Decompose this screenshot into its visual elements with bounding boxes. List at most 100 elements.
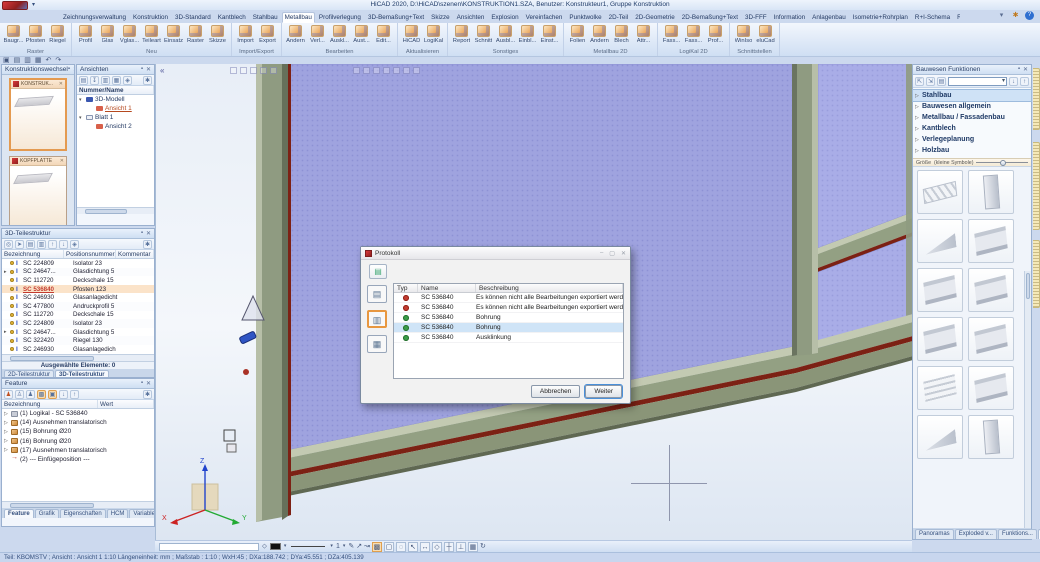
search-icon[interactable]: ◎ — [4, 240, 13, 249]
catalog-item-thumbnail[interactable] — [968, 366, 1014, 410]
close-icon[interactable]: ✕ — [60, 158, 64, 164]
part-row[interactable]: I SC 246930 Glasanlagedicht — [2, 293, 154, 302]
close-icon[interactable]: ✕ — [621, 250, 626, 257]
view-tree-item[interactable]: Ansicht 2 — [77, 122, 154, 131]
catalog-tab[interactable]: Panoramas — [915, 529, 954, 539]
ribbon-button[interactable]: Vglas... — [119, 24, 140, 48]
catalog-item-thumbnail[interactable] — [968, 415, 1014, 459]
function-category[interactable]: ▷ Metallbau / Fassadenbau — [913, 112, 1031, 123]
sort-down-icon[interactable]: ↓ — [59, 240, 68, 249]
dropdown-icon[interactable]: ▾ — [284, 542, 287, 551]
paste-icon[interactable]: ▥ — [37, 240, 46, 249]
toolbar-icon[interactable]: ▢ — [384, 542, 394, 552]
part-row[interactable]: I SC 477800 Andruckprofil 5 — [2, 302, 154, 311]
toolbar-icon[interactable]: ┼ — [444, 542, 454, 552]
catalog-item-thumbnail[interactable] — [917, 366, 963, 410]
view-left-icon[interactable] — [383, 67, 390, 74]
page-icon[interactable]: ▤ — [937, 77, 946, 86]
pin-icon[interactable]: ▪ — [1018, 66, 1020, 73]
dropdown-icon[interactable]: ▾ — [343, 542, 346, 551]
current-color-swatch[interactable] — [270, 543, 281, 550]
part-row[interactable]: I SC 112720 Deckschale 15 — [2, 276, 154, 285]
view-tree-item[interactable]: ▾ Blatt 1 — [77, 113, 154, 122]
ribbon-button[interactable]: Baugr... — [3, 24, 24, 48]
help-icon[interactable]: ? — [1025, 11, 1034, 20]
feature-list-icon[interactable]: ♙ — [15, 390, 24, 399]
catalog-item-thumbnail[interactable] — [917, 317, 963, 361]
protocol-row[interactable]: SC 536840 Es können nicht alle Bearbeitu… — [394, 293, 623, 303]
menu-tab[interactable]: Profilverlegung — [316, 12, 364, 23]
gear-icon[interactable]: ✱ — [1011, 11, 1020, 20]
part-row[interactable]: I SC 246930 Glasanlagedich — [2, 345, 154, 354]
menu-tab[interactable]: Information — [771, 12, 809, 23]
ribbon-button[interactable]: Export — [257, 24, 278, 48]
view-top-icon[interactable] — [373, 67, 380, 74]
ribbon-button[interactable]: Auskl... — [329, 24, 350, 48]
ribbon-button[interactable]: Ausbl... — [495, 24, 516, 48]
view-iso-icon[interactable] — [353, 67, 360, 74]
feature-tab[interactable]: Feature — [4, 509, 34, 518]
horizontal-scrollbar[interactable] — [2, 501, 154, 508]
toolbar-icon[interactable]: ▩ — [372, 542, 382, 552]
highlight-icon[interactable]: ▩ — [37, 390, 46, 399]
ribbon-button[interactable]: Schnitt — [473, 24, 494, 48]
feature-row[interactable]: ▷ (14) Ausnehmen translatorisch — [2, 418, 154, 427]
protocol-row[interactable]: SC 536840 Ausklinkung — [394, 333, 623, 343]
dialog-titlebar[interactable]: Protokoll ‒ ▢ ✕ — [361, 247, 630, 260]
feature-row[interactable]: ▷ (15) Bohrung Ø20 — [2, 427, 154, 436]
feature-row[interactable]: (2) --- Einfügeposition --- — [2, 455, 154, 464]
ribbon-button[interactable]: Folien — [567, 24, 588, 48]
drawing-thumbnail[interactable]: KONSTRUK... ✕ — [9, 78, 67, 151]
linetype-preview[interactable] — [291, 546, 325, 547]
ribbon-button[interactable]: Aust... — [351, 24, 372, 48]
function-category[interactable]: ▷ Kantblech — [913, 123, 1031, 134]
catalog-item-thumbnail[interactable] — [968, 317, 1014, 361]
export-report-button[interactable]: ▤ — [369, 264, 387, 279]
view-right-icon[interactable] — [393, 67, 400, 74]
feature-row[interactable]: ▷ (16) Bohrung Ø20 — [2, 437, 154, 446]
menu-tab[interactable]: Konstruktion — [130, 12, 171, 23]
filter-icon[interactable]: ◈ — [70, 240, 79, 249]
ribbon-button[interactable]: Einst... — [539, 24, 560, 48]
ribbon-button[interactable]: WinIso — [733, 24, 754, 48]
ribbon-button[interactable]: Teileart — [141, 24, 162, 48]
ribbon-button[interactable]: HiCAD — [401, 24, 422, 48]
ribbon-button[interactable]: Ändern — [589, 24, 610, 48]
feature-row[interactable]: ▷ (1) Logikal - SC 536840 — [2, 409, 154, 418]
new-sheet-icon[interactable]: ▤ — [79, 76, 88, 85]
menu-tab[interactable]: Stahlbau — [250, 12, 281, 23]
menu-tab[interactable]: R+I-Bibliothek — [954, 12, 960, 23]
toolbar-icon[interactable]: ↝ — [364, 542, 370, 551]
view-detail-button[interactable]: ▦ — [367, 335, 387, 353]
function-category[interactable]: ▷ Verlegeplanung — [913, 134, 1031, 145]
toolbar-icon[interactable]: ◌ — [396, 542, 406, 552]
menu-tab[interactable]: 2D-Geometrie — [632, 12, 678, 23]
ribbon-button[interactable]: Raster — [185, 24, 206, 48]
catalog-item-thumbnail[interactable] — [917, 268, 963, 312]
toolbar-icon[interactable]: ↻ — [480, 542, 486, 551]
line-width-value[interactable]: 1 — [336, 542, 340, 551]
ribbon-button[interactable]: Fass... — [661, 24, 682, 48]
menu-tab[interactable]: Explosion — [488, 12, 521, 23]
ribbon-button[interactable]: Skizze — [207, 24, 228, 48]
part-row[interactable]: I SC 112720 Deckschale 15 — [2, 311, 154, 320]
catalog-search-combobox[interactable] — [948, 77, 1007, 86]
ribbon-button[interactable]: Einbl... — [517, 24, 538, 48]
pin-icon[interactable]: ▪ — [141, 230, 143, 237]
menu-tab[interactable]: 2D-Bemaßung+Text — [679, 12, 741, 23]
positions-icon[interactable]: ▣ — [48, 390, 57, 399]
ribbon-button[interactable]: LogiKal — [423, 24, 444, 48]
protocol-row[interactable]: SC 536840 Es können nicht alle Bearbeitu… — [394, 303, 623, 313]
ribbon-button[interactable]: Verl... — [307, 24, 328, 48]
part-row[interactable]: ▸ I SC 24647... Glasdichtung 5 — [2, 268, 154, 277]
zoom-tool-icon[interactable] — [260, 67, 267, 74]
polygon-mode-icon[interactable]: ⬦ — [262, 542, 267, 551]
fit-tool-icon[interactable] — [270, 67, 277, 74]
arrow-icon[interactable]: ↧ — [90, 76, 99, 85]
toolbar-icon[interactable]: ▦ — [468, 542, 478, 552]
menu-tab[interactable]: Skizze — [428, 12, 453, 23]
toolbar-icon[interactable]: ↗ — [356, 542, 362, 551]
protocol-row[interactable]: SC 536840 Bohrung — [394, 313, 623, 323]
app-menu-button[interactable] — [2, 1, 28, 10]
ribbon-button[interactable]: Fass... — [683, 24, 704, 48]
